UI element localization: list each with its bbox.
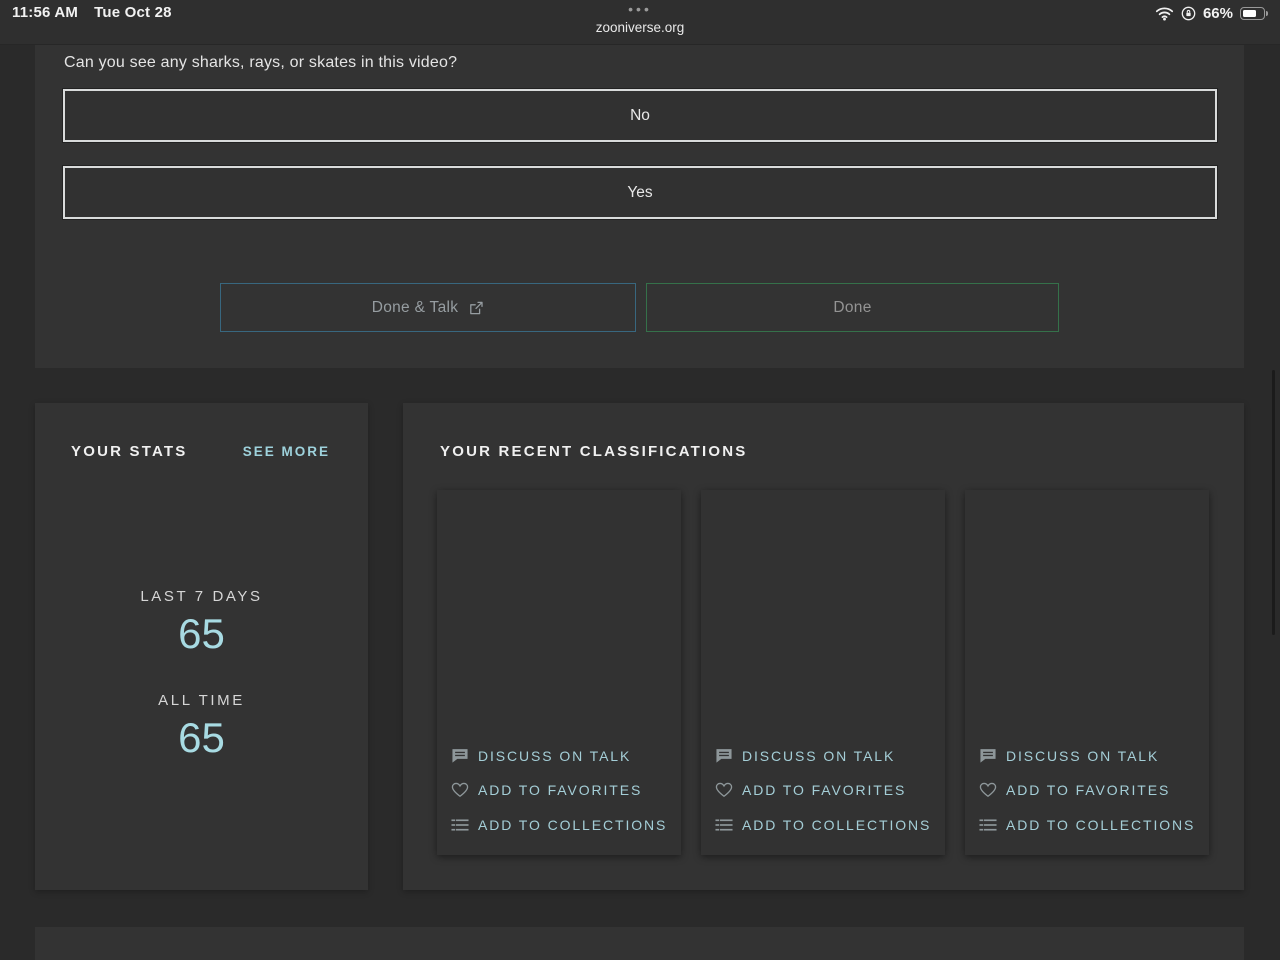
discuss-on-talk-link[interactable]: DISCUSS ON TALK bbox=[979, 739, 1201, 774]
list-icon bbox=[715, 818, 733, 832]
rotation-lock-icon bbox=[1181, 6, 1196, 21]
discuss-on-talk-link[interactable]: DISCUSS ON TALK bbox=[715, 739, 937, 774]
classification-card: DISCUSS ON TALK ADD TO FAVORITES ADD TO … bbox=[437, 490, 681, 855]
heart-icon bbox=[979, 782, 997, 798]
wifi-icon bbox=[1155, 6, 1174, 21]
battery-percent: 66% bbox=[1202, 5, 1233, 22]
discuss-on-talk-link[interactable]: DISCUSS ON TALK bbox=[451, 739, 673, 774]
classifications-title: YOUR RECENT CLASSIFICATIONS bbox=[440, 443, 748, 460]
list-icon bbox=[979, 818, 997, 832]
stats-title: YOUR STATS bbox=[71, 443, 188, 460]
add-to-collections-link[interactable]: ADD TO COLLECTIONS bbox=[715, 808, 937, 843]
action-label: ADD TO COLLECTIONS bbox=[478, 816, 668, 833]
subject-media-placeholder[interactable] bbox=[701, 490, 945, 735]
scrollbar[interactable] bbox=[1272, 370, 1275, 635]
add-to-favorites-link[interactable]: ADD TO FAVORITES bbox=[715, 773, 937, 808]
action-label: DISCUSS ON TALK bbox=[478, 747, 632, 764]
add-to-favorites-link[interactable]: ADD TO FAVORITES bbox=[451, 773, 673, 808]
task-question: Can you see any sharks, rays, or skates … bbox=[64, 54, 458, 71]
stat-value: 65 bbox=[178, 610, 225, 657]
external-link-icon bbox=[468, 300, 484, 316]
action-label: ADD TO COLLECTIONS bbox=[1006, 816, 1196, 833]
battery-fill bbox=[1242, 9, 1256, 18]
tab-overflow-button[interactable]: ••• bbox=[0, 2, 1280, 16]
done-and-talk-label: Done & Talk bbox=[371, 298, 459, 316]
speech-bubble-icon bbox=[979, 748, 997, 764]
add-to-collections-link[interactable]: ADD TO COLLECTIONS bbox=[979, 808, 1201, 843]
heart-icon bbox=[451, 782, 469, 798]
action-label: ADD TO FAVORITES bbox=[742, 782, 907, 799]
stat-last-7-days: LAST 7 DAYS 65 bbox=[35, 588, 368, 657]
add-to-collections-link[interactable]: ADD TO COLLECTIONS bbox=[451, 808, 673, 843]
recent-classifications-panel: YOUR RECENT CLASSIFICATIONS DISCUSS ON T… bbox=[403, 403, 1244, 890]
see-more-link[interactable]: SEE MORE bbox=[243, 444, 330, 459]
status-bar: 11:56 AM Tue Oct 28 ••• zooniverse.org 6… bbox=[0, 0, 1280, 45]
done-button[interactable]: Done bbox=[646, 283, 1059, 332]
stat-label: ALL TIME bbox=[158, 692, 245, 709]
classification-task-panel: Can you see any sharks, rays, or skates … bbox=[35, 45, 1244, 368]
action-label: ADD TO FAVORITES bbox=[1006, 782, 1171, 799]
speech-bubble-icon bbox=[451, 748, 469, 764]
classification-card: DISCUSS ON TALK ADD TO FAVORITES ADD TO … bbox=[701, 490, 945, 855]
page: 11:56 AM Tue Oct 28 ••• zooniverse.org 6… bbox=[0, 0, 1280, 960]
address-bar[interactable]: zooniverse.org bbox=[0, 20, 1280, 35]
list-icon bbox=[451, 818, 469, 832]
action-label: ADD TO FAVORITES bbox=[478, 782, 643, 799]
action-label: ADD TO COLLECTIONS bbox=[742, 816, 932, 833]
subject-media-placeholder[interactable] bbox=[437, 490, 681, 735]
answer-button-no[interactable]: No bbox=[63, 89, 1217, 142]
action-label: DISCUSS ON TALK bbox=[1006, 747, 1160, 764]
next-section-panel bbox=[35, 927, 1244, 960]
speech-bubble-icon bbox=[715, 748, 733, 764]
stat-all-time: ALL TIME 65 bbox=[35, 692, 368, 761]
battery-icon bbox=[1240, 7, 1268, 20]
stat-label: LAST 7 DAYS bbox=[140, 588, 263, 605]
your-stats-panel: YOUR STATS SEE MORE LAST 7 DAYS 65 ALL T… bbox=[35, 403, 368, 890]
subject-media-placeholder[interactable] bbox=[965, 490, 1209, 735]
stat-value: 65 bbox=[178, 714, 225, 761]
heart-icon bbox=[715, 782, 733, 798]
answer-button-yes[interactable]: Yes bbox=[63, 166, 1217, 219]
done-and-talk-button[interactable]: Done & Talk bbox=[220, 283, 636, 332]
classification-card: DISCUSS ON TALK ADD TO FAVORITES ADD TO … bbox=[965, 490, 1209, 855]
add-to-favorites-link[interactable]: ADD TO FAVORITES bbox=[979, 773, 1201, 808]
action-label: DISCUSS ON TALK bbox=[742, 747, 896, 764]
